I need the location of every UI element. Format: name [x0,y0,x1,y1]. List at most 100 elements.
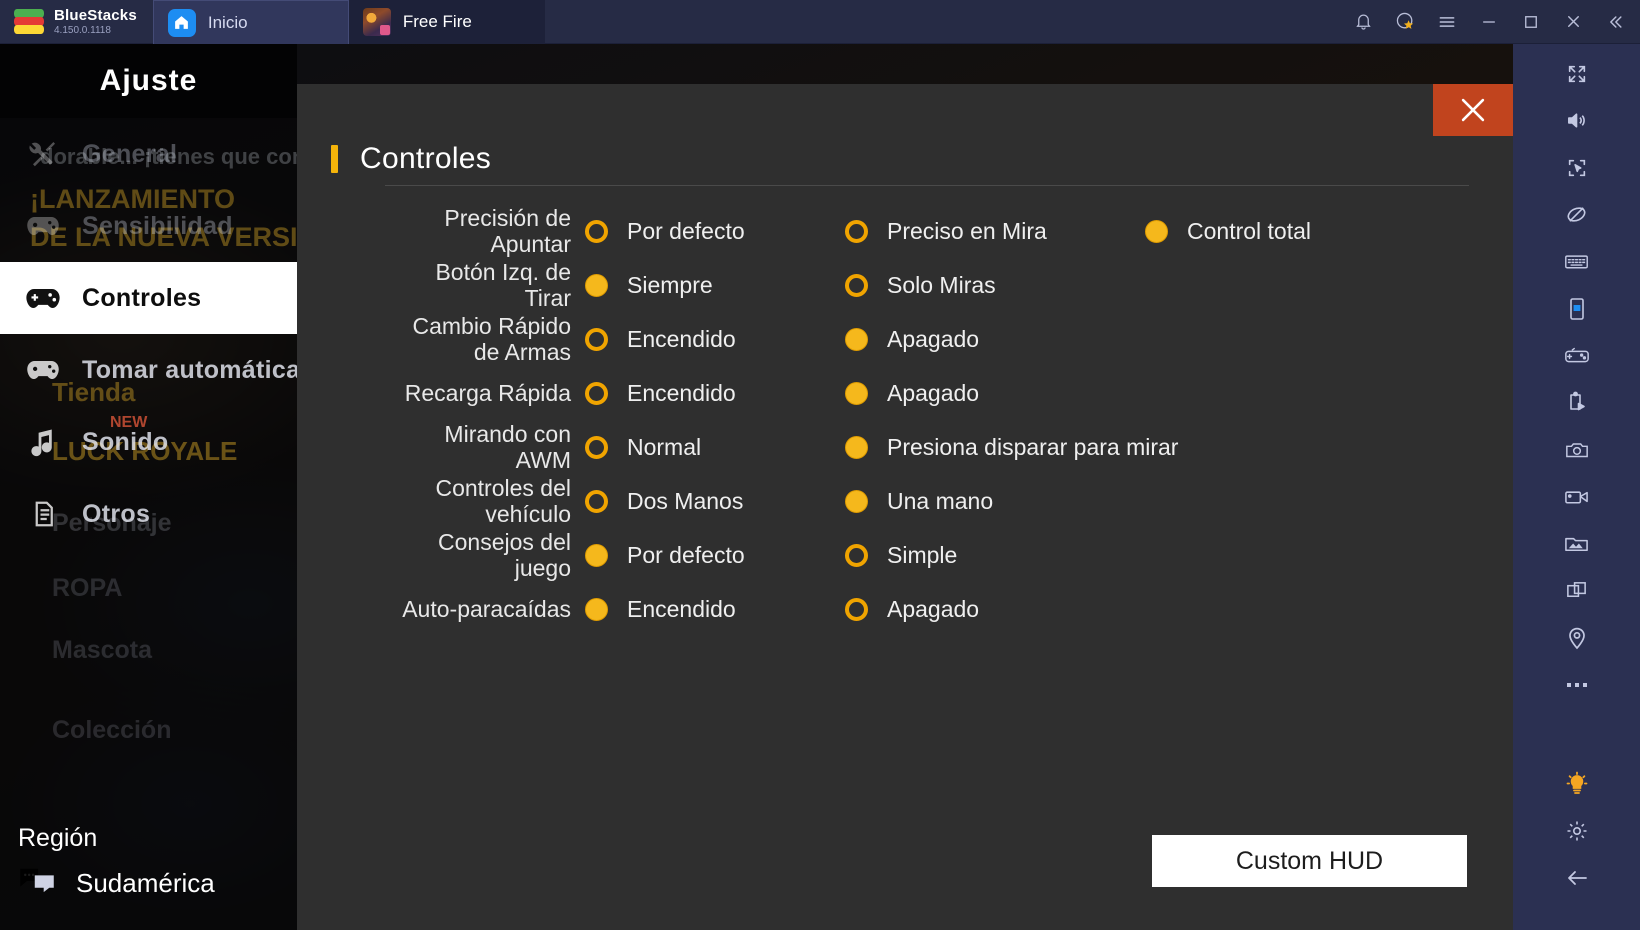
sidebar-item-general[interactable]: General [0,118,297,190]
radio-unselected-icon[interactable] [845,543,868,567]
minimize-icon[interactable] [1470,0,1508,44]
region-row[interactable]: Sudamérica [18,866,215,901]
radio-option[interactable]: Apagado [845,596,1145,623]
setting-label: Precisión de Apuntar [444,205,571,257]
settings-row: Recarga Rápida Encendido Apagado [385,366,1485,420]
region-value: Sudamérica [76,868,215,898]
sidebar-item-otros[interactable]: Otros [0,478,297,550]
radio-option-label: Encendido [627,325,736,352]
radio-unselected-icon[interactable] [845,597,868,621]
settings-row: Mirando con AWM Normal Presiona disparar p… [385,420,1485,474]
eye-slash-icon[interactable] [1513,191,1640,238]
radio-selected-icon[interactable] [585,543,608,567]
radio-option[interactable]: Normal [585,434,845,461]
radio-option-label: Dos Manos [627,487,744,514]
radio-option[interactable]: Dos Manos [585,488,845,515]
radio-option[interactable]: Apagado [845,326,1145,353]
radio-option[interactable]: Encendido [585,596,845,623]
radio-unselected-icon[interactable] [585,381,608,405]
gamepad-icon [22,351,64,389]
back-arrow-icon[interactable] [1513,854,1640,901]
panel-accent-bar [331,145,338,173]
radio-selected-icon[interactable] [845,435,868,459]
sidebar-item-sonido-label: Sonido [82,427,169,456]
fullscreen-icon[interactable] [1513,50,1640,97]
radio-selected-icon[interactable] [1145,219,1168,243]
radio-selected-icon[interactable] [585,273,608,297]
ghost-label-coleccion: Colección [52,716,172,744]
multi-instance-icon[interactable] [1513,567,1640,614]
option-group: Encendido Apagado [585,596,1485,623]
titlebar-spacer [545,0,1344,43]
device-phone-icon[interactable] [1513,285,1640,332]
sidebar-item-tomar-automaticamente[interactable]: Tomar automáticam [0,334,297,406]
radio-option[interactable]: Preciso en Mira [845,218,1145,245]
radio-unselected-icon[interactable] [585,435,608,459]
settings-row: Precisión de Apuntar Por defecto Preciso e… [385,204,1485,258]
radio-selected-icon[interactable] [845,381,868,405]
gallery-icon[interactable] [1513,520,1640,567]
setting-label: Consejos del juego [438,529,571,581]
radio-unselected-icon[interactable] [845,273,868,297]
gear-icon[interactable] [1513,807,1640,854]
setting-label: Botón Izq. de Tirar [435,259,571,311]
hamburger-menu-icon[interactable] [1428,0,1466,44]
radio-option[interactable]: Solo Miras [845,272,1145,299]
tab-free-fire[interactable]: Free Fire [348,0,545,44]
script-play-icon[interactable] [1513,379,1640,426]
music-note-icon [22,423,64,461]
radio-option[interactable]: Una mano [845,488,1145,515]
lightbulb-icon[interactable] [1513,760,1640,807]
close-icon[interactable] [1554,0,1592,44]
radio-option[interactable]: Siempre [585,272,845,299]
radio-option[interactable]: Encendido [585,380,845,407]
custom-hud-button[interactable]: Custom HUD [1152,835,1467,887]
radio-selected-icon[interactable] [845,489,868,513]
free-fire-app-icon [362,8,391,36]
star-badge-icon[interactable] [1386,0,1424,44]
radio-option[interactable]: Apagado [845,380,1145,407]
video-record-icon[interactable] [1513,473,1640,520]
radio-selected-icon[interactable] [585,597,608,621]
radio-unselected-icon[interactable] [585,327,608,351]
bell-icon[interactable] [1344,0,1382,44]
radio-unselected-icon[interactable] [585,219,608,243]
panel-close-button[interactable] [1433,84,1513,136]
region-section[interactable]: Región Sudamérica [0,810,297,930]
radio-option[interactable]: Control total [1145,218,1445,245]
radio-option-label: Control total [1187,217,1312,244]
gamepad-settings-icon[interactable] [1513,332,1640,379]
cursor-target-icon[interactable] [1513,144,1640,191]
settings-row: Controles del vehículo Dos Manos Una mano [385,474,1485,528]
custom-hud-label: Custom HUD [1235,846,1384,875]
radio-option[interactable]: Por defecto [585,218,845,245]
setting-label: Controles del vehículo [435,475,571,527]
option-group: Dos Manos Una mano [585,488,1485,515]
location-pin-icon[interactable] [1513,614,1640,661]
radio-unselected-icon[interactable] [585,489,608,513]
radio-option[interactable]: Por defecto [585,542,845,569]
tab-inicio[interactable]: Inicio [152,0,349,44]
radio-unselected-icon[interactable] [845,219,868,243]
radio-option[interactable]: Encendido [585,326,845,353]
sidebar-item-sensibilidad-label: Sensibilidad [82,211,233,240]
sidebar-item-sonido[interactable]: Sonido [0,406,297,478]
radio-option[interactable]: Simple [845,542,1145,569]
option-group: Siempre Solo Miras [585,272,1485,299]
radio-option[interactable]: Presiona disparar para mirar [845,434,1178,461]
ghost-label-ropa: ROPA [52,574,123,602]
camera-icon[interactable] [1513,426,1640,473]
brand-version: 4.150.0.1118 [54,24,111,36]
radio-option-label: Por defecto [627,541,745,568]
bluestacks-toolbar [1513,44,1640,930]
sidebar-item-sensibilidad[interactable]: Sensibilidad [0,190,297,262]
volume-icon[interactable] [1513,97,1640,144]
keyboard-icon[interactable] [1513,238,1640,285]
maximize-icon[interactable] [1512,0,1550,44]
more-dots-icon[interactable] [1513,661,1640,708]
sidebar-item-controles[interactable]: Controles [0,262,297,334]
collapse-left-icon[interactable] [1596,0,1634,44]
settings-rows: Precisión de Apuntar Por defecto Preciso e… [385,204,1485,636]
settings-title: Ajuste [0,44,297,118]
radio-selected-icon[interactable] [845,327,868,351]
